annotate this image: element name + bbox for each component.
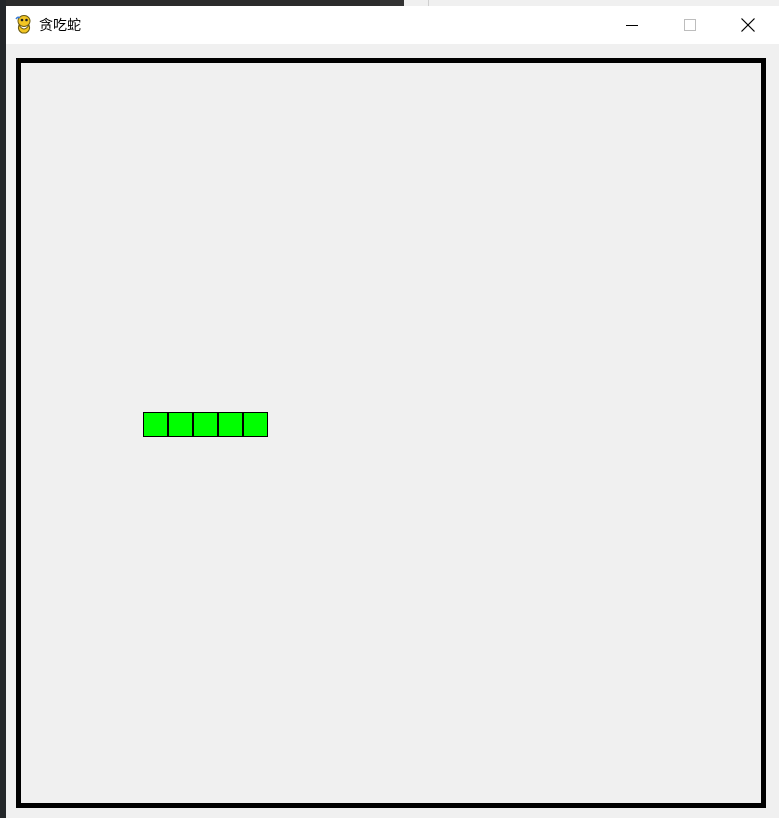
minimize-icon <box>626 25 638 26</box>
game-board <box>16 58 766 808</box>
snake-segment <box>143 412 168 437</box>
close-icon <box>741 18 755 32</box>
snake-segment <box>168 412 193 437</box>
close-button[interactable] <box>719 6 777 44</box>
game-window: 贪吃蛇 <box>6 6 779 818</box>
game-canvas[interactable] <box>6 44 779 818</box>
snake-segment <box>218 412 243 437</box>
window-title: 贪吃蛇 <box>39 17 81 33</box>
snake-segment <box>193 412 218 437</box>
title-bar[interactable]: 贪吃蛇 <box>6 6 779 44</box>
pygame-snake-icon <box>14 14 34 34</box>
maximize-icon <box>684 19 696 31</box>
minimize-button[interactable] <box>603 6 661 44</box>
snake-head <box>243 412 268 437</box>
maximize-button[interactable] <box>661 6 719 44</box>
